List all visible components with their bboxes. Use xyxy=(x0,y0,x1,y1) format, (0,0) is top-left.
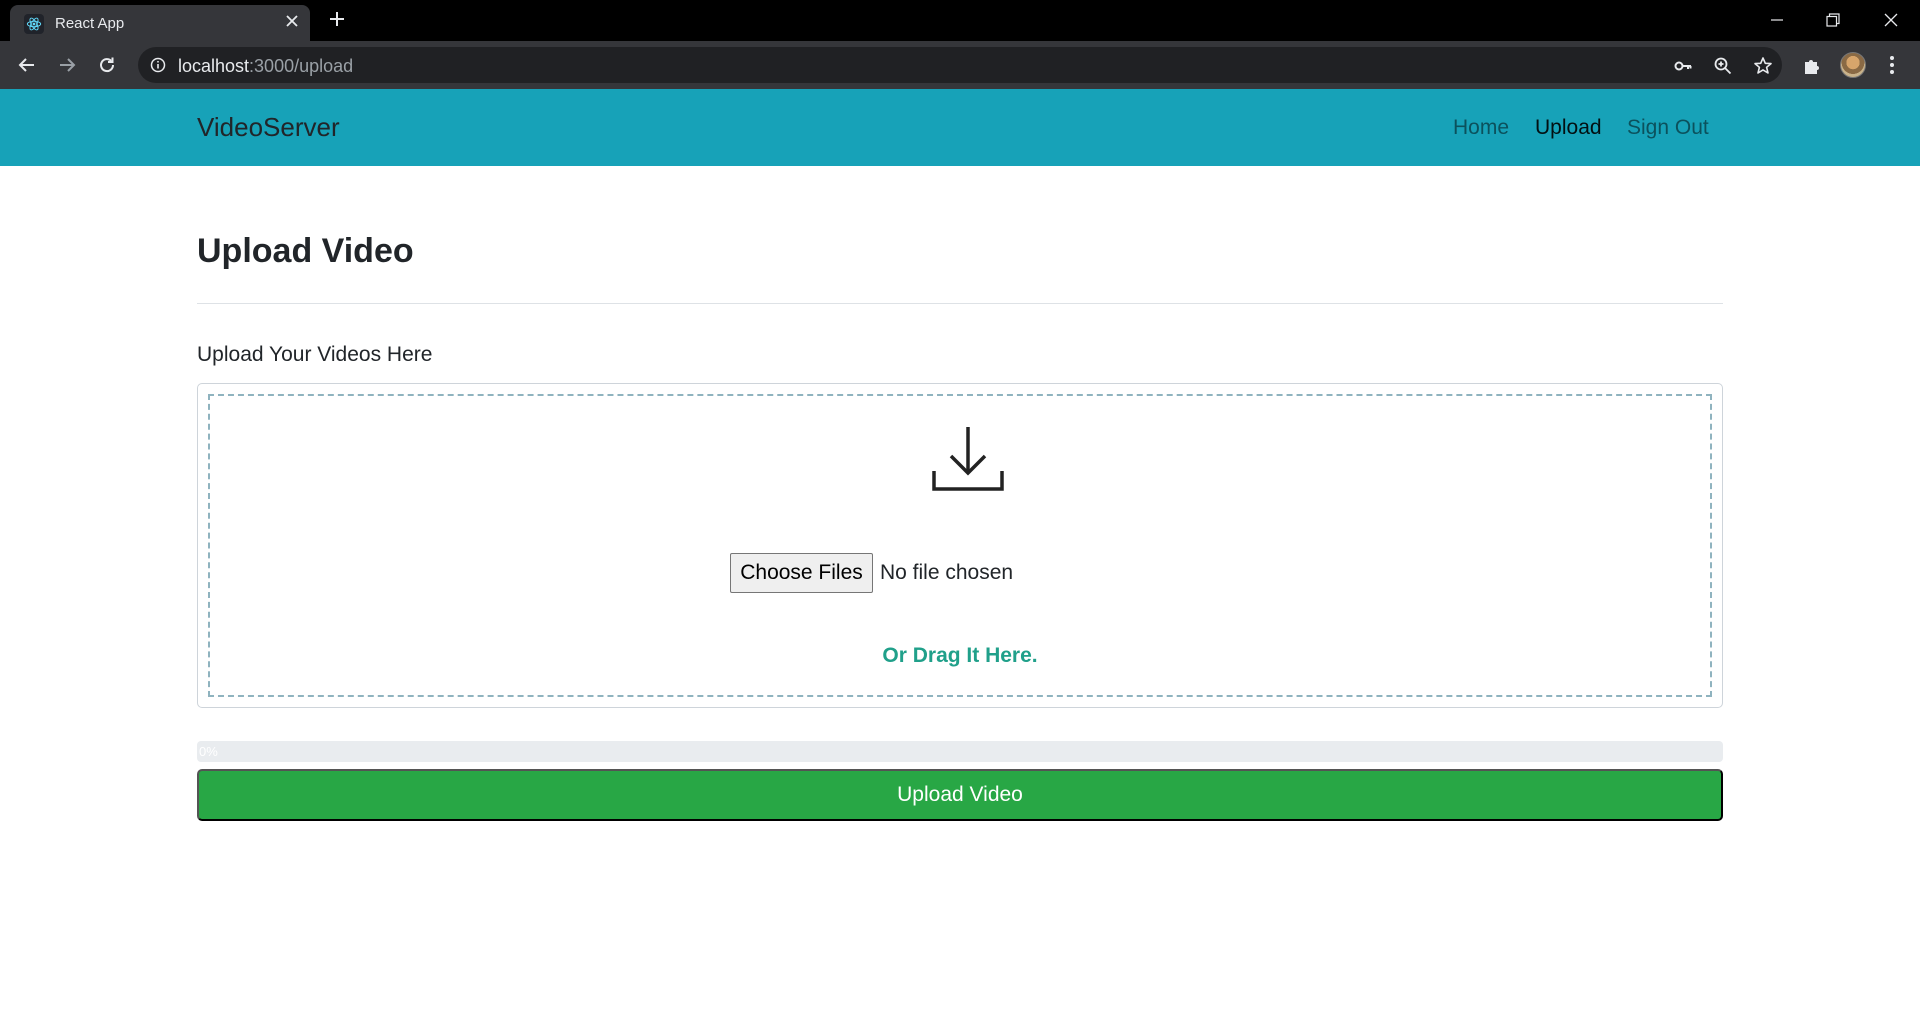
zoom-icon[interactable] xyxy=(1712,55,1734,77)
choose-files-button[interactable]: Choose Files xyxy=(730,553,873,593)
nav-link-home[interactable]: Home xyxy=(1453,116,1509,140)
file-status-text: No file chosen xyxy=(880,561,1014,584)
url-text: localhost:3000/upload xyxy=(178,56,353,77)
star-icon[interactable] xyxy=(1752,55,1774,77)
address-bar[interactable]: localhost:3000/upload xyxy=(138,47,1782,83)
restore-icon[interactable] xyxy=(1818,6,1848,34)
upload-dropzone-container: Choose Files No file chosen Or Drag It H… xyxy=(197,383,1723,708)
key-icon[interactable] xyxy=(1672,55,1694,77)
nav-link-sign-out[interactable]: Sign Out xyxy=(1627,116,1709,140)
nav-link-upload[interactable]: Upload xyxy=(1535,116,1602,140)
brand-logo[interactable]: VideoServer xyxy=(197,112,340,143)
minimize-icon[interactable] xyxy=(1762,6,1792,34)
kebab-menu-icon[interactable] xyxy=(1880,53,1904,77)
tab-close-icon[interactable] xyxy=(282,13,302,33)
upload-progress-bar: 0% xyxy=(197,741,1723,762)
close-window-icon[interactable] xyxy=(1876,6,1906,34)
upload-dropzone[interactable]: Choose Files No file chosen Or Drag It H… xyxy=(208,394,1712,697)
divider xyxy=(197,303,1723,304)
browser-toolbar: localhost:3000/upload xyxy=(0,41,1920,89)
progress-label: 0% xyxy=(199,744,218,759)
url-path: :3000/upload xyxy=(249,56,354,76)
back-arrow-icon[interactable] xyxy=(13,51,41,79)
file-input: Choose Files No file chosen xyxy=(730,553,1013,593)
puzzle-extensions-icon[interactable] xyxy=(1800,54,1824,78)
new-tab-plus-icon[interactable] xyxy=(325,9,349,33)
react-favicon-icon xyxy=(24,14,44,34)
profile-avatar[interactable] xyxy=(1840,52,1866,78)
upload-video-button[interactable]: Upload Video xyxy=(197,769,1723,821)
section-label: Upload Your Videos Here xyxy=(197,343,433,366)
download-icon xyxy=(932,423,1004,495)
page-title: Upload Video xyxy=(197,232,414,270)
reload-icon[interactable] xyxy=(93,51,121,79)
browser-tab[interactable]: React App xyxy=(10,5,310,41)
drag-hint-text: Or Drag It Here. xyxy=(882,644,1038,667)
forward-arrow-icon[interactable] xyxy=(53,51,81,79)
info-icon[interactable] xyxy=(148,55,168,75)
app-navbar: VideoServer Home Upload Sign Out xyxy=(0,89,1920,166)
url-host: localhost xyxy=(178,56,250,76)
browser-tab-bar: React App xyxy=(0,0,1920,41)
tab-title: React App xyxy=(55,15,125,32)
